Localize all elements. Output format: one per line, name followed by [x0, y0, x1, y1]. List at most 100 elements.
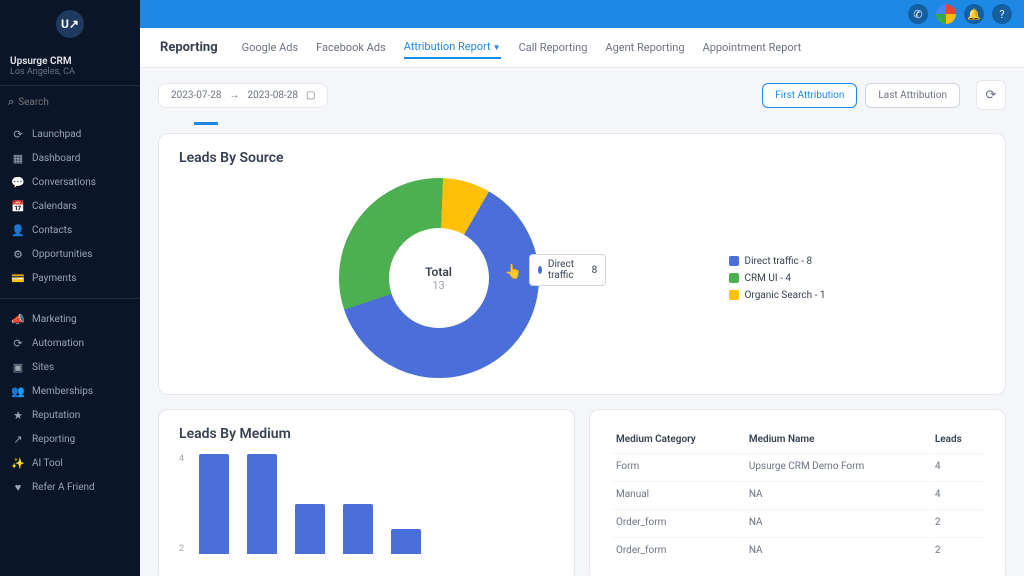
- tab-appointment-report[interactable]: Appointment Report: [703, 37, 802, 58]
- sidebar-item-automation[interactable]: ⟳ Automation: [0, 331, 140, 355]
- sidebar-item-payments[interactable]: 💳Payments: [0, 266, 140, 290]
- date-from: 2023-07-28: [171, 90, 222, 101]
- sidebar-item-opportunities[interactable]: ⚙Opportunities: [0, 242, 140, 266]
- legend-swatch: [729, 290, 739, 300]
- nav-icon: ⟳: [12, 337, 24, 349]
- date-range[interactable]: 2023-07-28 → 2023-08-28 ▢: [158, 83, 328, 108]
- tab-attribution-report[interactable]: Attribution Report▼: [404, 36, 501, 59]
- sidebar-item-sites[interactable]: ▣ Sites: [0, 355, 140, 379]
- calendar-icon: ▢: [306, 90, 315, 101]
- nav-label: Sites: [32, 362, 54, 373]
- sidebar-item-contacts[interactable]: 👤Contacts: [0, 218, 140, 242]
- last-attribution-button[interactable]: Last Attribution: [865, 83, 960, 108]
- leads-by-medium-chart-card: Leads By Medium 42: [158, 409, 575, 576]
- table-row: FormUpsurge CRM Demo Form4: [612, 453, 983, 479]
- sidebar-item-memberships[interactable]: 👥Memberships: [0, 379, 140, 403]
- tooltip-dot: [538, 266, 542, 274]
- main: ✆ 🔔 ? Reporting Google Ads Facebook Ads …: [140, 0, 1024, 576]
- subtab-active-indicator: [194, 122, 218, 125]
- tooltip-name: Direct traffic: [548, 259, 578, 281]
- nav-icon: 👥: [12, 385, 24, 397]
- sidebar: U↗ Upsurge CRM Los Angeles, CA ⌕ ⌘ K + ⟳…: [0, 0, 140, 576]
- nav-icon: ▣: [12, 361, 24, 373]
- search-box[interactable]: ⌕ ⌘ K +: [0, 86, 140, 118]
- filter-row: 2023-07-28 → 2023-08-28 ▢ First Attribut…: [158, 80, 1006, 110]
- sidebar-item-launchpad[interactable]: ⟳Launchpad: [0, 122, 140, 146]
- medium-table-card: Medium CategoryMedium NameLeads FormUpsu…: [589, 409, 1006, 576]
- first-attribution-button[interactable]: First Attribution: [762, 83, 857, 108]
- donut-total-label: Total: [425, 265, 452, 279]
- donut-chart[interactable]: Total 13 👆 Direct traffic 8: [339, 178, 539, 378]
- table-row: Order_formNA2: [612, 509, 983, 535]
- bar[interactable]: [199, 454, 229, 554]
- search-icon: ⌕: [8, 96, 14, 108]
- sidebar-item-reputation[interactable]: ★Reputation: [0, 403, 140, 427]
- sidebar-item-dashboard[interactable]: ▦Dashboard: [0, 146, 140, 170]
- sidebar-item-refer-a-friend[interactable]: ♥Refer A Friend: [0, 475, 140, 499]
- legend-swatch: [729, 273, 739, 283]
- legend-swatch: [729, 256, 739, 266]
- bar[interactable]: [295, 504, 325, 554]
- bar[interactable]: [343, 504, 373, 554]
- nav-icon: ⟳: [12, 128, 24, 140]
- sidebar-item-reporting[interactable]: ↗Reporting: [0, 427, 140, 451]
- table-cell: 2: [931, 509, 983, 535]
- nav-label: Calendars: [32, 201, 77, 212]
- bar-chart[interactable]: 42: [179, 454, 554, 554]
- bell-icon[interactable]: 🔔: [964, 4, 984, 24]
- nav-label: Marketing: [32, 314, 77, 325]
- nav-icon: ✨: [12, 457, 24, 469]
- table-row: ManualNA4: [612, 481, 983, 507]
- refresh-button[interactable]: ⟳: [976, 80, 1006, 110]
- nav-bottom: 📣 Marketing ⟳ Automation ▣ Sites 👥Memberships★…: [0, 303, 140, 503]
- nav-icon: 📣: [12, 313, 24, 325]
- header-tabs: Reporting Google Ads Facebook Ads Attrib…: [140, 28, 1024, 68]
- nav-label: Contacts: [32, 225, 72, 236]
- search-input[interactable]: [18, 97, 151, 108]
- nav-icon: ↗: [12, 433, 24, 445]
- nav-label: Automation: [32, 338, 84, 349]
- legend-label: CRM UI - 4: [745, 273, 791, 284]
- nav-label: Reputation: [32, 410, 80, 421]
- nav-label: Opportunities: [32, 249, 92, 260]
- tooltip-value: 8: [592, 265, 598, 276]
- subtabs: [158, 122, 1006, 133]
- bar[interactable]: [247, 454, 277, 554]
- tab-google-ads[interactable]: Google Ads: [242, 37, 299, 58]
- legend-item: Direct traffic - 8: [729, 256, 826, 267]
- nav-icon: 💬: [12, 176, 24, 188]
- table-cell: NA: [745, 509, 929, 535]
- google-icon[interactable]: [936, 4, 956, 24]
- table-cell: Form: [612, 453, 743, 479]
- help-icon[interactable]: ?: [992, 4, 1012, 24]
- medium-table: Medium CategoryMedium NameLeads FormUpsu…: [610, 426, 985, 565]
- leads-by-medium-title: Leads By Medium: [179, 426, 554, 442]
- legend-label: Direct traffic - 8: [745, 256, 813, 267]
- logo[interactable]: U↗: [0, 0, 140, 48]
- sidebar-item-ai-tool[interactable]: ✨AI Tool: [0, 451, 140, 475]
- nav-divider: [0, 298, 140, 299]
- sidebar-item-conversations[interactable]: 💬Conversations: [0, 170, 140, 194]
- donut-center: Total 13: [389, 228, 489, 328]
- sidebar-item-marketing[interactable]: 📣 Marketing: [0, 307, 140, 331]
- table-header: Medium Category: [612, 428, 743, 451]
- tab-call-reporting[interactable]: Call Reporting: [519, 37, 588, 58]
- tab-facebook-ads[interactable]: Facebook Ads: [316, 37, 386, 58]
- table-cell: 2: [931, 537, 983, 563]
- sidebar-item-calendars[interactable]: 📅Calendars: [0, 194, 140, 218]
- donut-total-value: 13: [432, 279, 444, 292]
- donut-legend: Direct traffic - 8CRM UI - 4Organic Sear…: [729, 256, 826, 301]
- nav-icon: ♥: [12, 481, 24, 493]
- leads-by-source-card: Leads By Source Total 13 👆 Direct traffi…: [158, 133, 1006, 395]
- table-cell: Manual: [612, 481, 743, 507]
- topbar: ✆ 🔔 ?: [140, 0, 1024, 28]
- tab-agent-reporting[interactable]: Agent Reporting: [605, 37, 684, 58]
- legend-item: CRM UI - 4: [729, 273, 826, 284]
- bottom-row: Leads By Medium 42 Medium CategoryMedium…: [158, 409, 1006, 576]
- table-cell: 4: [931, 453, 983, 479]
- donut-tooltip: Direct traffic 8: [529, 254, 607, 286]
- org-selector[interactable]: Upsurge CRM Los Angeles, CA: [0, 48, 140, 86]
- phone-icon[interactable]: ✆: [908, 4, 928, 24]
- nav-label: Dashboard: [32, 153, 80, 164]
- bar[interactable]: [391, 529, 421, 554]
